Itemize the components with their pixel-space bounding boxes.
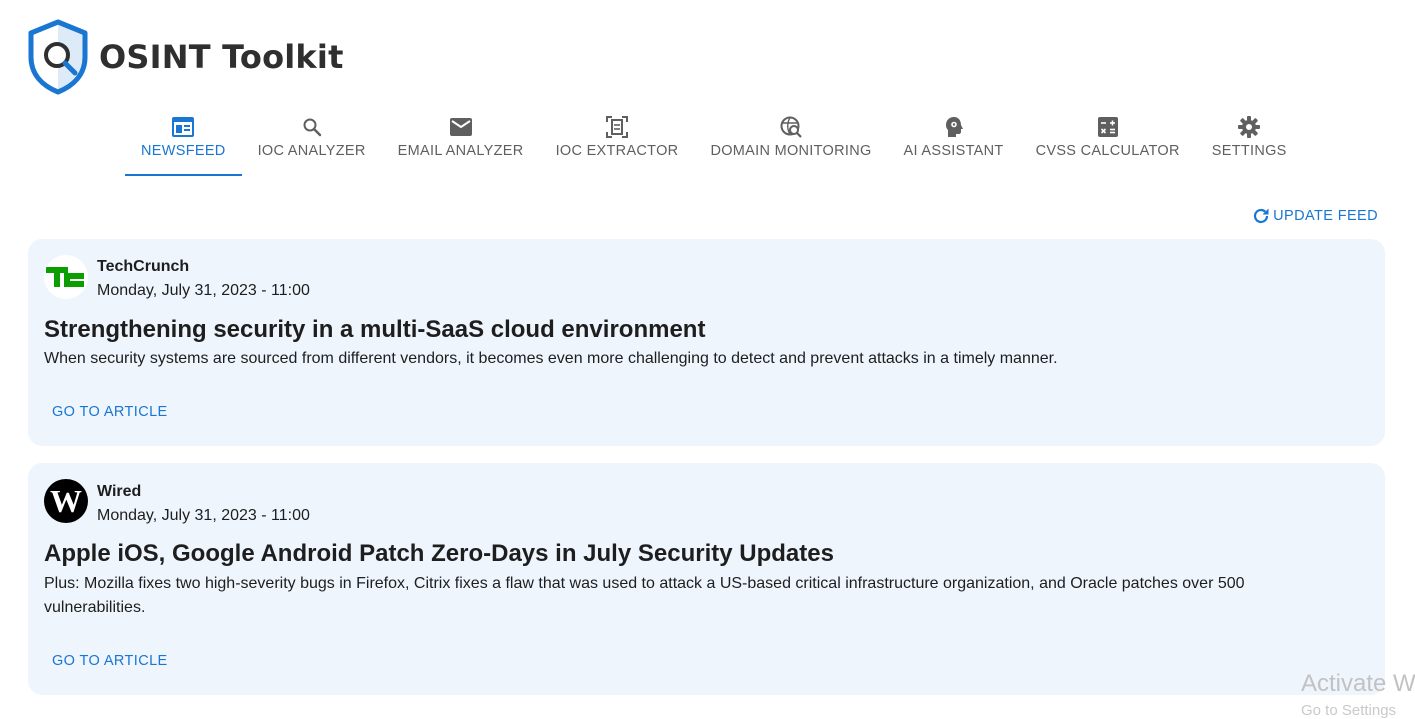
refresh-icon <box>1254 208 1269 224</box>
update-feed-button[interactable]: UPDATE FEED <box>1252 207 1378 225</box>
go-to-article-button[interactable]: GO TO ARTICLE <box>44 647 176 675</box>
tab-ioc-extractor[interactable]: IOC EXTRACTOR <box>540 108 695 174</box>
wired-logo-letter: W <box>50 483 82 519</box>
article-title: Apple iOS, Google Android Patch Zero-Day… <box>44 540 834 567</box>
article-title: Strengthening security in a multi-SaaS c… <box>44 316 706 343</box>
brain-head-icon <box>942 115 966 139</box>
search-icon <box>300 115 324 139</box>
article-description: When security systems are sourced from d… <box>44 350 1058 367</box>
tab-ioc-analyzer[interactable]: IOC ANALYZER <box>242 108 382 174</box>
article-source: TechCrunch <box>97 258 190 275</box>
tab-email-analyzer[interactable]: EMAIL ANALYZER <box>382 108 540 174</box>
tab-label: CVSS CALCULATOR <box>1035 143 1180 159</box>
article-card: W Wired Monday, July 31, 2023 - 11:00 Ap… <box>28 463 1385 695</box>
techcrunch-logo-icon <box>46 267 84 287</box>
calculator-icon <box>1096 115 1120 139</box>
go-to-article-button[interactable]: GO TO ARTICLE <box>44 398 176 426</box>
mail-icon <box>449 115 473 139</box>
shield-search-icon <box>28 19 88 95</box>
techcrunch-logo <box>44 255 88 299</box>
tab-label: SETTINGS <box>1211 143 1287 159</box>
tab-label: IOC EXTRACTOR <box>555 143 679 159</box>
tab-label: EMAIL ANALYZER <box>397 143 524 159</box>
wired-logo: W <box>44 479 88 523</box>
gear-icon <box>1237 115 1261 139</box>
activation-watermark-sub: Go to Settings <box>1301 702 1397 719</box>
tab-label: NEWSFEED <box>141 143 226 159</box>
tab-settings[interactable]: SETTINGS <box>1196 108 1303 174</box>
newspaper-icon <box>171 115 195 139</box>
tab-newsfeed[interactable]: NEWSFEED <box>125 108 242 176</box>
activation-watermark: Activate W <box>1301 670 1415 697</box>
update-feed-label: UPDATE FEED <box>1273 208 1378 224</box>
tab-label: IOC ANALYZER <box>257 143 366 159</box>
tab-label: DOMAIN MONITORING <box>710 143 872 159</box>
tab-ai-assistant[interactable]: AI ASSISTANT <box>888 108 1020 174</box>
article-date: Monday, July 31, 2023 - 11:00 <box>97 507 310 524</box>
document-scan-icon <box>605 115 629 139</box>
globe-search-icon <box>779 115 803 139</box>
tab-domain-monitoring[interactable]: DOMAIN MONITORING <box>694 108 887 174</box>
tab-cvss-calculator[interactable]: CVSS CALCULATOR <box>1020 108 1196 174</box>
article-card: TechCrunch Monday, July 31, 2023 - 11:00… <box>28 239 1385 446</box>
main-tabs: NEWSFEED IOC ANALYZER EMAIL ANALYZER IOC… <box>125 108 1303 176</box>
article-description: Plus: Mozilla fixes two high-severity bu… <box>44 575 1245 616</box>
article-source: Wired <box>97 483 142 500</box>
app-title: OSINT Toolkit <box>99 38 344 76</box>
tab-label: AI ASSISTANT <box>903 143 1004 159</box>
article-date: Monday, July 31, 2023 - 11:00 <box>97 282 310 299</box>
